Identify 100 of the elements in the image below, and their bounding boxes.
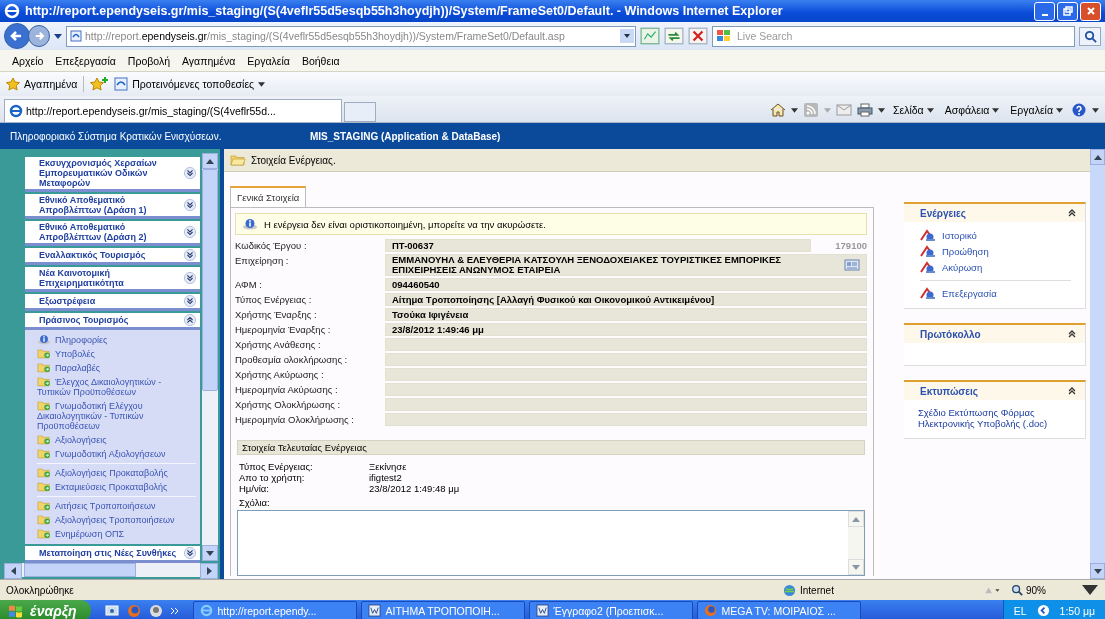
expand-icon[interactable] — [184, 272, 196, 284]
home-icon[interactable] — [770, 103, 786, 117]
folder-icon — [37, 400, 51, 411]
search-field[interactable]: Live Search — [735, 29, 1074, 43]
sidebar-item[interactable]: Αιτήσεις Τροποποιήσεων — [37, 499, 196, 513]
zoom-button[interactable]: 90% — [1011, 584, 1071, 596]
taskbar-window-button[interactable]: Έγγραφο2 (Προεπισκ... — [528, 601, 693, 619]
expand-icon[interactable] — [184, 547, 196, 559]
down-arrow-icon[interactable] — [206, 550, 214, 556]
page-scrollbar[interactable] — [1090, 149, 1105, 579]
info-icon — [37, 334, 51, 345]
sidebar-item[interactable]: Ενημέρωση ΟΠΣ — [37, 527, 196, 541]
field-label: Προθεσμία ολοκλήρωσης : — [235, 353, 349, 366]
print-link[interactable]: Σχέδιο Εκτύπωσης Φόρμας Ηλεκτρονικής Υποβολής (.doc) — [918, 406, 1077, 432]
address-field[interactable]: http://report.ependyseis.gr/mis_staging/(S(4veflr55d5esqb55h3hoydjh))/System/FrameSet0/Default.asp — [66, 25, 636, 47]
collapse-icon[interactable] — [1067, 208, 1077, 218]
status-text: Ολοκληρώθηκε — [6, 584, 75, 596]
down-arrow-icon[interactable] — [1093, 568, 1102, 574]
sidebar-item[interactable]: Εκταμιεύσεις Προκαταβολής — [37, 480, 196, 494]
command-menu-button[interactable]: Σελίδα — [890, 104, 937, 116]
globe-icon — [199, 604, 213, 617]
command-menu-button[interactable]: Εργαλεία — [1007, 104, 1066, 116]
add-favorite-icon[interactable] — [90, 77, 109, 91]
expand-icon[interactable] — [184, 199, 196, 211]
field-label: Χρήστης Ακύρωσης : — [235, 368, 325, 381]
close-button[interactable] — [1080, 1, 1101, 21]
up-arrow-icon[interactable] — [1093, 154, 1102, 160]
collapse-icon[interactable] — [1067, 386, 1077, 396]
action-link[interactable]: Ακύρωση — [920, 260, 1077, 276]
field-label: Χρήστης Ανάθεσης : — [235, 338, 322, 351]
field-value: 094460540 — [385, 278, 867, 291]
panel-title: Ενέργειες — [920, 207, 967, 219]
back-button[interactable] — [4, 23, 30, 49]
sidebar-scrollbar[interactable] — [202, 153, 218, 561]
search-box[interactable]: Live Search — [712, 25, 1075, 47]
protected-mode-icon[interactable] — [983, 585, 1001, 595]
action-link[interactable]: Προώθηση — [920, 244, 1077, 260]
up-arrow-icon[interactable] — [206, 158, 214, 164]
menu-item[interactable]: Επεξεργασία — [49, 54, 122, 67]
minimize-button[interactable] — [1034, 1, 1055, 21]
sidebar-item[interactable]: Παραλαβές — [37, 361, 196, 375]
browser-tab[interactable]: http://report.ependyseis.gr/mis_staging/(S(4veflr55d... — [4, 99, 342, 122]
restore-button[interactable] — [1057, 1, 1078, 21]
search-button[interactable] — [1079, 26, 1101, 46]
messenger-icon[interactable] — [148, 603, 163, 618]
page-icon — [114, 77, 129, 91]
start-button[interactable]: έναρξη — [0, 600, 91, 619]
taskbar-window-button[interactable]: MEGA TV: ΜΟΙΡΑΙΟΣ ... — [696, 601, 861, 619]
favorites-button[interactable]: Αγαπημένα — [6, 77, 78, 91]
action-link[interactable]: Ιστορικό — [920, 228, 1077, 244]
caret-icon[interactable] — [1081, 585, 1099, 595]
action-link[interactable]: Επεξεργασία — [920, 286, 1071, 302]
menu-item[interactable]: Εργαλεία — [241, 54, 296, 67]
panel-title: Εκτυπώσεις — [920, 385, 979, 397]
menu-item[interactable]: Αρχείο — [6, 54, 50, 67]
field-label: Ημερομηνία Ακύρωσης : — [235, 383, 339, 396]
caret-icon — [992, 107, 1000, 113]
sidebar-horizontal-scrollbar[interactable] — [4, 563, 218, 577]
panel-title: Πρωτόκολλο — [920, 328, 982, 340]
sidebar-item[interactable]: Αξιολογήσεις Προκαταβολής — [37, 466, 196, 480]
caret-icon[interactable] — [54, 33, 62, 39]
command-menu-button[interactable]: Ασφάλεια — [941, 104, 1003, 116]
forward-button[interactable] — [28, 25, 50, 47]
info-value: Ξεκίνησε — [369, 461, 407, 472]
caret-icon[interactable] — [791, 107, 798, 113]
expand-icon[interactable] — [184, 295, 196, 307]
taskbar-window-button[interactable]: ΑΙΤΗΜΑ ΤΡΟΠΟΠΟΙΗ... — [360, 601, 525, 619]
refresh-icon[interactable] — [664, 27, 684, 45]
form-tab[interactable]: Γενικά Στοιχεία — [230, 186, 307, 207]
expand-icon[interactable] — [184, 167, 196, 179]
stop-icon[interactable] — [688, 27, 708, 45]
sidebar-item[interactable]: Αξιολογήσεις — [37, 433, 196, 447]
record-number: 179100 — [835, 239, 867, 252]
field-label: Επιχείρηση : — [235, 254, 290, 268]
sidebar-item[interactable]: Γνωμοδοτική Ελέγχου Δικαιολογητικών - Τυπικών Προϋποθέσεων — [37, 399, 196, 433]
info-label: Τύπος Ενέργειας: — [238, 461, 314, 472]
page-title: Στοιχεία Ενέργειας. — [251, 154, 336, 166]
sidebar-item[interactable]: Γνωμοδοτική Αξιολογήσεων — [37, 447, 196, 461]
expand-icon[interactable] — [184, 226, 196, 238]
left-arrow-icon[interactable] — [10, 567, 16, 575]
menu-item[interactable]: Αγαπημένα — [176, 54, 242, 67]
more-icon[interactable] — [170, 607, 179, 614]
sidebar-item[interactable]: Υποβολές — [37, 347, 196, 361]
collapse-icon[interactable] — [184, 314, 196, 326]
help-icon[interactable] — [1071, 103, 1087, 117]
expand-icon[interactable] — [184, 249, 196, 261]
sidebar-item[interactable]: Πληροφορίες — [37, 333, 196, 347]
caret-icon[interactable] — [878, 107, 885, 113]
sidebar-item[interactable]: Αξιολογήσεις Τροποποιήσεων — [37, 513, 196, 527]
taskbar-window-button[interactable]: http://report.ependy... — [192, 601, 357, 619]
info-value: 23/8/2012 1:49:48 μμ — [369, 483, 460, 494]
menu-item[interactable]: Βοήθεια — [295, 54, 346, 67]
printer-icon[interactable] — [857, 103, 873, 117]
suggested-sites-button[interactable]: Προτεινόμενες τοποθεσίες — [114, 77, 266, 91]
caret-icon[interactable] — [1092, 107, 1099, 113]
desktop-icon[interactable] — [104, 603, 119, 618]
sidebar-item[interactable]: Έλεγχος Δικαιολογητικών - Τυπικών Προϋποθέσεων — [37, 375, 196, 399]
collapse-icon[interactable] — [1067, 329, 1077, 339]
right-arrow-icon[interactable] — [206, 567, 212, 575]
menu-item[interactable]: Προβολή — [121, 54, 176, 67]
